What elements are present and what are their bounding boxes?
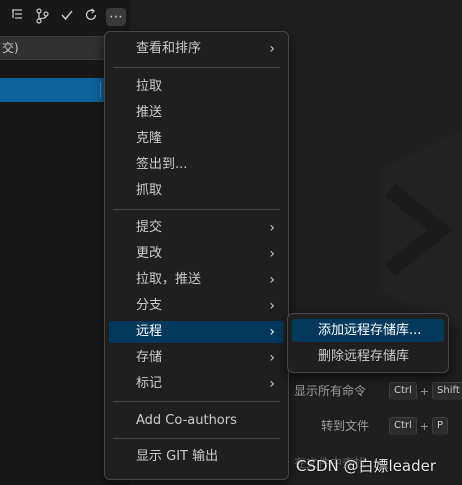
menu-item-remote[interactable]: 远程 › [109, 321, 284, 343]
hint-go-to-file: 转到文件 [321, 417, 369, 434]
menu-item-label: 远程 [136, 324, 163, 339]
refresh-icon[interactable] [82, 8, 100, 26]
menu-item-label: 抓取 [136, 183, 163, 198]
remote-submenu: 添加远程存储库... 删除远程存储库 [287, 313, 449, 373]
chevron-right-icon: › [269, 41, 275, 57]
menu-item-stash[interactable]: 存储 › [109, 347, 284, 369]
submenu-item-add-remote[interactable]: 添加远程存储库... [292, 319, 444, 342]
csdn-watermark: CSDN @白嫖leader [296, 457, 437, 475]
git-graph-icon[interactable] [33, 8, 51, 26]
key-plus: + [419, 384, 430, 398]
menu-item-view-and-sort[interactable]: 查看和排序 › [109, 38, 284, 60]
menu-item-pull-push[interactable]: 拉取，推送 › [109, 269, 284, 291]
submenu-item-label: 删除远程存储库 [318, 349, 410, 364]
menu-item-label: 显示 GIT 输出 [136, 449, 219, 464]
key-ctrl: Ctrl [389, 417, 417, 435]
menu-item-fetch[interactable]: 抓取 [109, 180, 284, 202]
hint-show-all-commands: 显示所有命令 [294, 382, 366, 399]
chevron-right-icon: › [269, 376, 275, 392]
menu-item-label: 标记 [136, 376, 163, 391]
menu-item-label: 推送 [136, 105, 163, 120]
hint-label: 转到文件 [321, 419, 370, 433]
chevron-right-icon: › [269, 272, 275, 288]
key-plus: + [419, 419, 430, 433]
menu-item-label: Add Co-authors [136, 413, 237, 428]
chevron-right-icon: › [269, 350, 275, 366]
vscode-logo-watermark [380, 130, 462, 330]
menu-separator [113, 209, 280, 210]
list-tree-icon[interactable] [8, 8, 26, 26]
menu-item-push[interactable]: 推送 [109, 102, 284, 124]
menu-item-label: 签出到... [136, 157, 188, 172]
submenu-item-label: 添加远程存储库... [318, 323, 422, 338]
menu-separator [113, 67, 280, 68]
menu-item-add-co-authors[interactable]: Add Co-authors [109, 410, 284, 432]
key-ctrl: Ctrl [389, 382, 417, 400]
more-actions-icon[interactable]: ⋯ [106, 8, 126, 26]
menu-item-clone[interactable]: 克隆 [109, 128, 284, 150]
menu-item-label: 查看和排序 [136, 41, 202, 56]
menu-item-label: 更改 [136, 246, 163, 261]
menu-item-tags[interactable]: 标记 › [109, 373, 284, 395]
chevron-right-icon: › [269, 298, 275, 314]
check-icon[interactable] [58, 8, 76, 26]
button-divider [100, 82, 101, 98]
submenu-item-remove-remote[interactable]: 删除远程存储库 [292, 345, 444, 368]
shortcut-keys: Ctrl + Shift [389, 382, 462, 400]
menu-item-branch[interactable]: 分支 › [109, 295, 284, 317]
menu-item-label: 克隆 [136, 131, 163, 146]
menu-item-pull[interactable]: 拉取 [109, 76, 284, 98]
scm-toolbar: ⋯ [0, 0, 130, 32]
menu-item-changes[interactable]: 更改 › [109, 243, 284, 265]
key-shift: Shift [432, 382, 462, 400]
menu-item-label: 存储 [136, 350, 163, 365]
chevron-right-icon: › [269, 246, 275, 262]
menu-item-checkout-to[interactable]: 签出到... [109, 154, 284, 176]
chevron-right-icon: › [269, 220, 275, 236]
menu-item-label: 拉取 [136, 79, 163, 94]
key-p: P [432, 417, 449, 435]
hint-label: 显示所有命令 [294, 384, 367, 398]
menu-item-label: 拉取，推送 [136, 272, 202, 287]
menu-item-label: 提交 [136, 220, 163, 235]
more-actions-menu: 查看和排序 › 拉取 推送 克隆 签出到... 抓取 提交 › 更改 › 拉取，… [104, 31, 289, 480]
shortcut-keys: Ctrl + P [389, 417, 449, 435]
menu-separator [113, 438, 280, 439]
menu-separator [113, 401, 280, 402]
menu-item-show-git-output[interactable]: 显示 GIT 输出 [109, 446, 284, 468]
chevron-right-icon: › [269, 324, 275, 340]
menu-item-label: 分支 [136, 298, 163, 313]
menu-item-commit[interactable]: 提交 › [109, 217, 284, 239]
